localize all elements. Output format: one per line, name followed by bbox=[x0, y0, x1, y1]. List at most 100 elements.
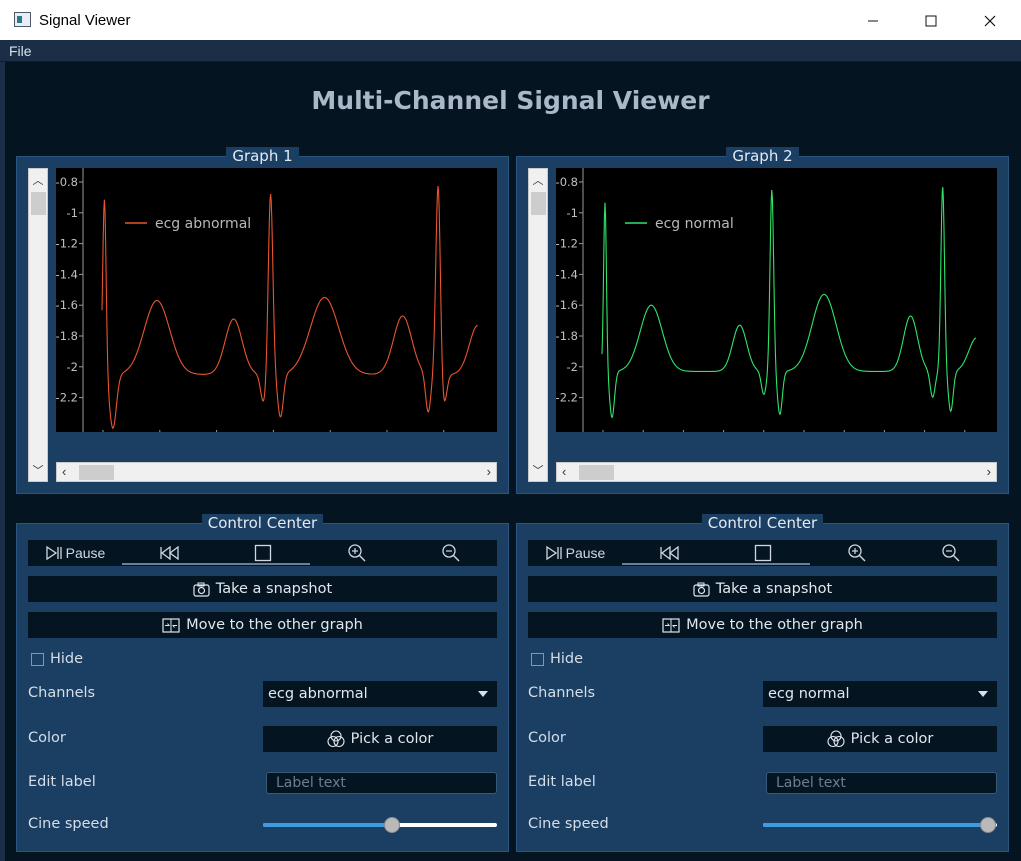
toolbar-underline bbox=[122, 563, 310, 565]
channels-dropdown[interactable]: ecg abnormal bbox=[263, 681, 497, 707]
label-text-placeholder: Label text bbox=[276, 775, 346, 791]
color-label: Color bbox=[28, 730, 66, 746]
pick-color-button[interactable]: Pick a color bbox=[763, 726, 997, 752]
y-tick-label: -1 bbox=[67, 206, 78, 220]
scroll-right-icon[interactable]: › bbox=[487, 464, 491, 479]
move-label: Move to the other graph bbox=[186, 617, 363, 633]
color-label: Color bbox=[528, 730, 566, 746]
y-tick-label: -2.2 bbox=[56, 391, 78, 405]
rewind-icon bbox=[660, 546, 679, 560]
minimize-icon bbox=[868, 20, 878, 22]
play-pause-icon bbox=[545, 545, 562, 561]
graph-panel-2: Graph 2 ︿ ﹀ -0.8 -1 -1.2 -1.4 -1.6 -1.8 -2 -2.2… bbox=[516, 147, 1009, 494]
control-center-1: Control Center Pause Take a snapshot Mov… bbox=[16, 514, 509, 852]
snapshot-button[interactable]: Take a snapshot bbox=[528, 576, 997, 602]
move-to-other-graph-button[interactable]: Move to the other graph bbox=[528, 612, 997, 638]
slider-handle[interactable] bbox=[980, 817, 996, 833]
channel-selected-value: ecg abnormal bbox=[268, 686, 368, 702]
maximize-icon bbox=[925, 15, 937, 27]
scroll-up-icon[interactable]: ︿ bbox=[29, 172, 47, 188]
scroll-thumb[interactable] bbox=[79, 465, 114, 480]
graph2-plot-area[interactable]: -0.8-1-1.2-1.4-1.6-1.8-2-2.200.20.40.60.… bbox=[556, 168, 997, 432]
toolbar-underline bbox=[622, 563, 810, 565]
camera-icon bbox=[193, 582, 210, 597]
stop-icon bbox=[754, 544, 772, 562]
color-palette-icon bbox=[327, 730, 345, 748]
zoom-out-button[interactable] bbox=[904, 540, 997, 566]
scroll-down-icon[interactable]: ﹀ bbox=[529, 462, 547, 478]
chevron-down-icon bbox=[478, 691, 488, 697]
zoom-in-icon bbox=[348, 544, 366, 562]
pick-color-button[interactable]: Pick a color bbox=[263, 726, 497, 752]
cine-speed-label: Cine speed bbox=[528, 816, 609, 832]
hide-label: Hide bbox=[550, 651, 584, 667]
scroll-right-icon[interactable]: › bbox=[987, 464, 991, 479]
label-text-input[interactable]: Label text bbox=[766, 772, 997, 794]
scroll-thumb[interactable] bbox=[531, 192, 546, 215]
minimize-button[interactable] bbox=[850, 6, 896, 36]
edit-label-label: Edit label bbox=[28, 774, 96, 790]
menu-file[interactable]: File bbox=[9, 43, 32, 59]
hide-label: Hide bbox=[50, 651, 84, 667]
zoom-in-button[interactable] bbox=[810, 540, 904, 566]
play-pause-icon bbox=[45, 545, 62, 561]
control-center-title: Control Center bbox=[701, 514, 824, 532]
move-label: Move to the other graph bbox=[686, 617, 863, 633]
graph1-plot-area[interactable]: -0.8-1-1.2-1.4-1.6-1.8-2-2.200.20.40.60.… bbox=[56, 168, 497, 432]
graph-title-1: Graph 1 bbox=[226, 147, 299, 165]
snapshot-label: Take a snapshot bbox=[715, 581, 833, 597]
y-tick-label: -0.8 bbox=[556, 175, 578, 189]
scroll-down-icon[interactable]: ﹀ bbox=[29, 462, 47, 478]
snapshot-label: Take a snapshot bbox=[215, 581, 333, 597]
pause-label: Pause bbox=[65, 545, 106, 561]
legend-label: ecg abnormal bbox=[155, 216, 251, 232]
legend-label: ecg normal bbox=[655, 216, 734, 232]
stop-icon bbox=[254, 544, 272, 562]
pick-color-label: Pick a color bbox=[850, 731, 934, 747]
graph1-horizontal-scrollbar[interactable]: ‹ › bbox=[56, 462, 497, 482]
graph1-vertical-scrollbar[interactable]: ︿ ﹀ bbox=[28, 168, 48, 482]
color-palette-icon bbox=[827, 730, 845, 748]
pause-button[interactable]: Pause bbox=[528, 540, 622, 566]
graph2-vertical-scrollbar[interactable]: ︿ ﹀ bbox=[528, 168, 548, 482]
control-center-2: Control Center Pause Take a snapshot Mov… bbox=[516, 514, 1009, 852]
zoom-out-icon bbox=[941, 544, 959, 562]
zoom-in-button[interactable] bbox=[310, 540, 404, 566]
hide-checkbox[interactable] bbox=[531, 653, 544, 666]
y-tick-label: -1.4 bbox=[556, 267, 578, 281]
slider-fill bbox=[763, 823, 988, 827]
graph-panel-1: Graph 1 ︿ ﹀ -0.8 -1 -1.2 -1.4 -1.6 -1.8 -2 -2.2… bbox=[16, 147, 509, 494]
slider-handle[interactable] bbox=[384, 817, 400, 833]
y-tick-label: -1.2 bbox=[56, 237, 78, 251]
zoom-out-button[interactable] bbox=[404, 540, 497, 566]
scroll-left-icon[interactable]: ‹ bbox=[562, 464, 566, 479]
page-title: Multi-Channel Signal Viewer bbox=[311, 86, 710, 115]
y-tick-label: -1.6 bbox=[556, 298, 578, 312]
y-tick-label: -2 bbox=[67, 360, 78, 374]
label-text-placeholder: Label text bbox=[776, 775, 846, 791]
rewind-icon bbox=[160, 546, 179, 560]
move-icon bbox=[662, 617, 680, 633]
graph2-horizontal-scrollbar[interactable]: ‹ › bbox=[556, 462, 997, 482]
pick-color-label: Pick a color bbox=[350, 731, 434, 747]
control-center-title: Control Center bbox=[201, 514, 324, 532]
scroll-left-icon[interactable]: ‹ bbox=[62, 464, 66, 479]
hide-checkbox[interactable] bbox=[31, 653, 44, 666]
slider-fill bbox=[263, 823, 392, 827]
maximize-button[interactable] bbox=[908, 6, 954, 36]
channel-selected-value: ecg normal bbox=[768, 686, 850, 702]
y-tick-label: -1 bbox=[567, 206, 578, 220]
pause-button[interactable]: Pause bbox=[28, 540, 122, 566]
label-text-input[interactable]: Label text bbox=[266, 772, 497, 794]
snapshot-button[interactable]: Take a snapshot bbox=[28, 576, 497, 602]
close-button[interactable] bbox=[967, 6, 1013, 36]
y-tick-label: -1.8 bbox=[556, 329, 578, 343]
channels-dropdown[interactable]: ecg normal bbox=[763, 681, 997, 707]
scroll-thumb[interactable] bbox=[579, 465, 614, 480]
scroll-thumb[interactable] bbox=[31, 192, 46, 215]
scroll-up-icon[interactable]: ︿ bbox=[529, 172, 547, 188]
app-icon bbox=[14, 12, 31, 27]
y-tick-label: -2.2 bbox=[556, 391, 578, 405]
move-to-other-graph-button[interactable]: Move to the other graph bbox=[28, 612, 497, 638]
chevron-down-icon bbox=[978, 691, 988, 697]
